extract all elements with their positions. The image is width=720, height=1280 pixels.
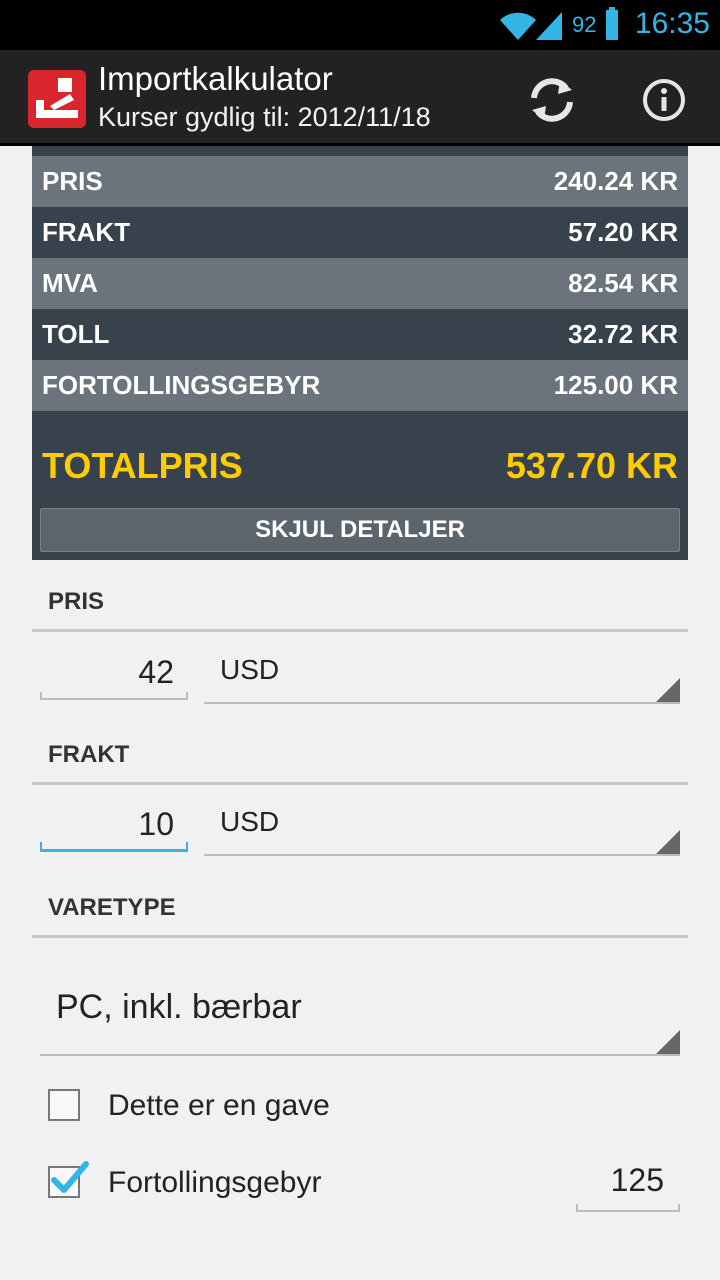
section-header-varetype: VARETYPE	[32, 894, 688, 938]
info-icon	[643, 79, 685, 121]
summary-row-mva: MVA 82.54 KR	[32, 258, 688, 309]
price-amount-input[interactable]: 42	[40, 654, 188, 700]
shipping-currency-value: USD	[220, 806, 280, 837]
battery-percent: 92	[572, 12, 597, 37]
fee-checkbox-label[interactable]: Fortollingsgebyr	[108, 1166, 321, 1200]
battery-icon	[606, 7, 618, 40]
checkmark-icon	[51, 1161, 89, 1193]
status-bar: 92 16:35	[0, 0, 720, 50]
refresh-button[interactable]	[524, 72, 580, 128]
product-type-select[interactable]: PC, inkl. bærbar	[40, 966, 680, 1056]
summary-value: 240.24 KR	[553, 166, 678, 196]
summary-label: TOLL	[42, 319, 110, 349]
gift-checkbox[interactable]	[48, 1089, 80, 1121]
price-currency-select[interactable]: USD	[204, 654, 680, 704]
rates-valid-subtitle: Kurser gydlig til: 2012/11/18	[98, 102, 431, 132]
signal-icon	[536, 12, 562, 40]
section-title: PRIS	[48, 588, 105, 615]
price-currency-value: USD	[220, 654, 280, 685]
summary-row-pris: PRIS 240.24 KR	[32, 156, 688, 207]
total-label: TOTALPRIS	[42, 445, 243, 486]
section-title: VARETYPE	[48, 894, 176, 921]
app-logo-icon[interactable]	[28, 70, 86, 128]
fee-amount-input[interactable]: 125	[576, 1162, 680, 1212]
section-header-frakt: FRAKT	[32, 741, 688, 785]
shipping-currency-select[interactable]: USD	[204, 806, 680, 856]
summary-row-toll: TOLL 32.72 KR	[32, 309, 688, 360]
total-value: 537.70 KR	[505, 445, 678, 486]
section-header-pris: PRIS	[32, 588, 688, 632]
summary-label: MVA	[42, 268, 98, 298]
price-summary-panel: PRIS 240.24 KR FRAKT 57.20 KR MVA 82.54 …	[32, 146, 688, 560]
info-button[interactable]	[636, 72, 692, 128]
summary-label: FORTOLLINGSGEBYR	[42, 370, 321, 400]
app-title: Importkalkulator	[98, 60, 333, 97]
summary-value: 82.54 KR	[568, 268, 678, 298]
dropdown-triangle-icon	[656, 830, 680, 854]
section-title: FRAKT	[48, 741, 130, 768]
summary-value: 125.00 KR	[553, 370, 678, 400]
action-bar: Importkalkulator Kurser gydlig til: 2012…	[0, 50, 720, 146]
summary-label: PRIS	[42, 166, 103, 196]
clock: 16:35	[634, 7, 710, 40]
product-type-value: PC, inkl. bærbar	[56, 988, 302, 1026]
hide-details-button[interactable]: SKJUL DETALJER	[40, 508, 680, 552]
dropdown-triangle-icon	[656, 1030, 680, 1054]
summary-value: 57.20 KR	[568, 217, 678, 247]
summary-label: FRAKT	[42, 217, 131, 247]
summary-value: 32.72 KR	[568, 319, 678, 349]
dropdown-triangle-icon	[656, 678, 680, 702]
shipping-amount-input[interactable]: 10	[40, 806, 188, 852]
summary-row-frakt: FRAKT 57.20 KR	[32, 207, 688, 258]
wifi-icon	[500, 12, 536, 40]
refresh-icon	[531, 78, 573, 122]
summary-row-fortollingsgebyr: FORTOLLINGSGEBYR 125.00 KR	[32, 360, 688, 411]
gift-checkbox-label[interactable]: Dette er en gave	[108, 1089, 330, 1123]
total-row: TOTALPRIS 537.70 KR	[32, 436, 688, 496]
